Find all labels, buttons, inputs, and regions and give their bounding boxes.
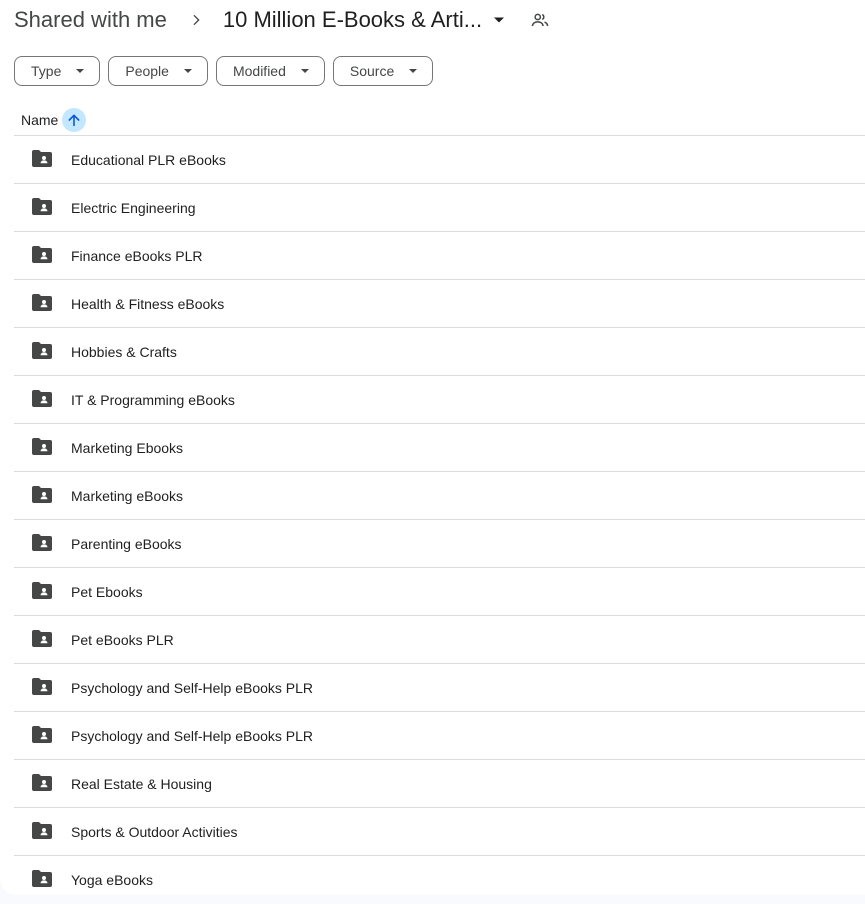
shared-folder-icon [32,293,54,314]
list-item[interactable]: Pet eBooks PLR [14,615,865,663]
list-item[interactable]: Real Estate & Housing [14,759,865,807]
shared-folder-icon [32,437,54,458]
filter-type[interactable]: Type [14,56,101,86]
list-item[interactable]: Educational PLR eBooks [14,135,865,183]
shared-folder-icon [32,677,54,698]
shared-folder-icon [32,581,54,602]
list-item[interactable]: Marketing eBooks [14,471,865,519]
caret-down-icon [71,62,89,80]
list-item[interactable]: Finance eBooks PLR [14,231,865,279]
list-item[interactable]: Sports & Outdoor Activities [14,807,865,855]
filter-chips: Type People Modified Source [14,56,434,86]
filter-people[interactable]: People [108,56,208,86]
list-item[interactable]: Psychology and Self-Help eBooks PLR [14,711,865,759]
item-name: Marketing Ebooks [71,439,184,456]
shared-folder-icon [32,773,54,794]
shared-folder-icon [32,533,54,554]
filter-source-label: Source [349,63,395,79]
item-name: Hobbies & Crafts [71,343,177,360]
breadcrumb-current-folder[interactable]: 10 Million E-Books & Arti... [223,7,508,33]
item-name: IT & Programming eBooks [71,391,235,408]
shared-folder-icon [32,629,54,650]
arrow-up-icon [68,114,80,127]
item-name: Pet eBooks PLR [71,631,174,648]
item-name: Marketing eBooks [71,487,184,504]
list-item[interactable]: Marketing Ebooks [14,423,865,471]
shared-folder-icon [32,149,54,170]
item-name: Pet Ebooks [71,583,143,600]
list-item[interactable]: Hobbies & Crafts [14,327,865,375]
list-item[interactable]: Electric Engineering [14,183,865,231]
caret-down-icon [179,62,197,80]
shared-folder-icon [32,245,54,266]
item-name: Sports & Outdoor Activities [71,823,238,840]
list-item[interactable]: Parenting eBooks [14,519,865,567]
breadcrumb: Shared with me 10 Million E-Books & Arti… [14,0,552,40]
column-header: Name [21,107,87,133]
item-name: Psychology and Self-Help eBooks PLR [71,679,314,696]
breadcrumb-shared-with-me[interactable]: Shared with me [14,7,167,33]
item-name: Yoga eBooks [71,871,153,888]
chevron-right-icon [184,8,208,32]
item-name: Real Estate & Housing [71,775,212,792]
caret-down-icon [404,62,422,80]
list-item[interactable]: Yoga eBooks [14,855,865,895]
shared-folder-icon [32,389,54,410]
filter-type-label: Type [31,63,62,79]
filter-modified-label: Modified [232,63,286,79]
main-panel: Shared with me 10 Million E-Books & Arti… [0,0,865,895]
shared-folder-icon [32,725,54,746]
shared-folder-icon [32,341,54,362]
item-name: Parenting eBooks [71,535,182,552]
caret-down-icon [296,62,314,80]
shared-folder-icon [32,821,54,842]
item-name: Educational PLR eBooks [71,151,226,168]
item-name: Finance eBooks PLR [71,247,203,264]
current-folder-title: 10 Million E-Books & Arti... [222,7,483,32]
list-item[interactable]: Psychology and Self-Help eBooks PLR [14,663,865,711]
filter-people-label: People [125,63,169,79]
item-name: Health & Fitness eBooks [71,295,225,312]
item-name: Electric Engineering [71,199,196,216]
people-icon[interactable] [528,8,552,32]
filter-modified[interactable]: Modified [215,56,325,86]
list-item[interactable]: Pet Ebooks [14,567,865,615]
file-list: Educational PLR eBooks Electric Engineeri… [14,135,865,895]
item-name: Psychology and Self-Help eBooks PLR [71,727,314,744]
shared-folder-icon [32,197,54,218]
shared-folder-icon [32,485,54,506]
column-name-label[interactable]: Name [21,112,58,128]
list-item[interactable]: IT & Programming eBooks [14,375,865,423]
caret-down-icon [490,11,508,29]
shared-folder-icon [32,869,54,890]
list-item[interactable]: Health & Fitness eBooks [14,279,865,327]
sort-button[interactable] [62,108,87,132]
filter-source[interactable]: Source [332,56,434,86]
